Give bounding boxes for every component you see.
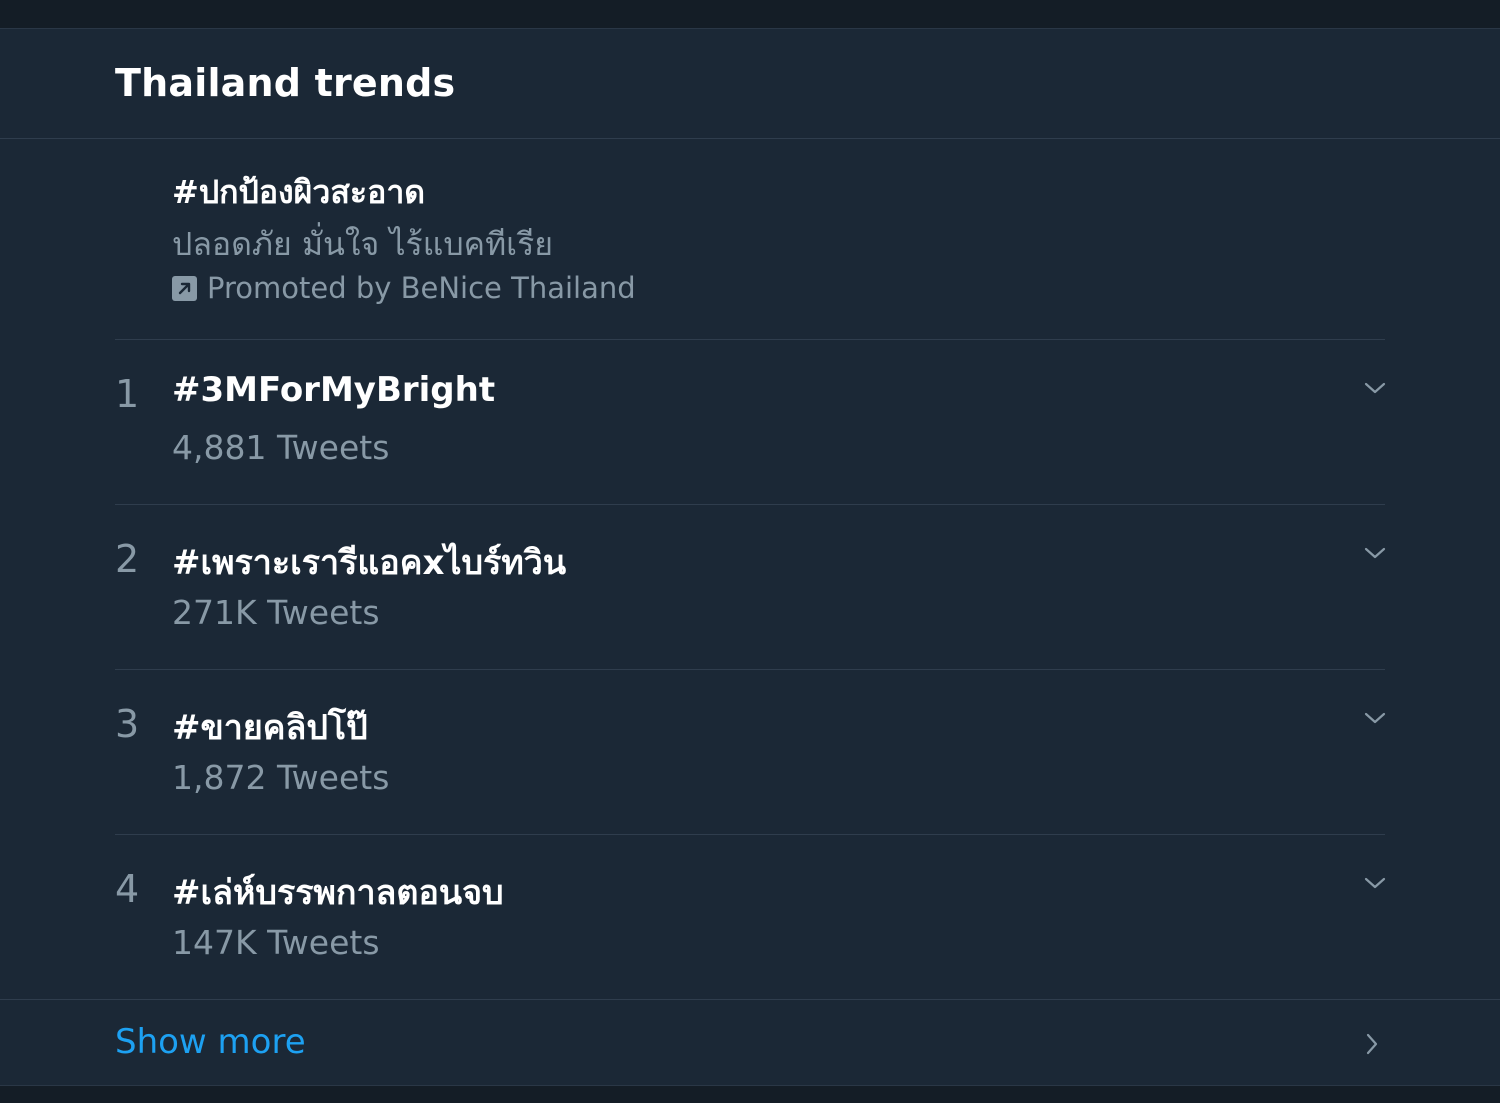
show-more-button[interactable]: Show more	[0, 999, 1500, 1085]
trend-rank: 4	[115, 867, 140, 911]
show-more-label[interactable]: Show more	[115, 1022, 306, 1062]
trends-panel: Thailand trends #ปกป้องผิวสะอาด ปลอดภัย …	[0, 28, 1500, 1086]
promoted-icon	[172, 275, 197, 301]
chevron-down-icon[interactable]	[1360, 708, 1390, 728]
promoted-hashtag[interactable]: #ปกป้องผิวสะอาด	[172, 167, 425, 218]
trend-rank: 3	[115, 702, 140, 746]
trend-count: 147K Tweets	[172, 923, 380, 962]
chevron-down-icon[interactable]	[1360, 543, 1390, 563]
promoted-by-label: Promoted by BeNice Thailand	[207, 271, 636, 305]
trend-rank: 1	[115, 372, 140, 416]
trend-count: 1,872 Tweets	[172, 758, 390, 797]
trend-item[interactable]: 2 #เพราะเรารีแอคxไบร์ทวิน 271K Tweets	[0, 505, 1500, 669]
chevron-down-icon[interactable]	[1360, 873, 1390, 893]
chevron-right-icon	[1366, 1033, 1378, 1055]
promoted-by: Promoted by BeNice Thailand	[172, 271, 636, 305]
trend-item[interactable]: 4 #เล่ห์บรรพกาลตอนจบ 147K Tweets	[0, 835, 1500, 999]
promoted-description: ปลอดภัย มั่นใจ ไร้แบคทีเรีย	[172, 225, 554, 263]
chevron-down-icon[interactable]	[1360, 378, 1390, 398]
trend-name[interactable]: #3MForMyBright	[172, 370, 495, 410]
trend-item[interactable]: 1 #3MForMyBright 4,881 Tweets	[0, 340, 1500, 504]
trend-count: 4,881 Tweets	[172, 428, 390, 467]
page: Thailand trends #ปกป้องผิวสะอาด ปลอดภัย …	[0, 0, 1500, 1103]
trend-rank: 2	[115, 537, 140, 581]
trends-header: Thailand trends	[0, 29, 1500, 139]
promoted-trend[interactable]: #ปกป้องผิวสะอาด ปลอดภัย มั่นใจ ไร้แบคทีเ…	[0, 139, 1500, 339]
trend-count: 271K Tweets	[172, 593, 380, 632]
trend-name[interactable]: #ขายคลิปโป๊	[172, 700, 368, 754]
trend-name[interactable]: #เพราะเรารีแอคxไบร์ทวิน	[172, 535, 566, 589]
trends-title: Thailand trends	[115, 61, 456, 105]
trend-name[interactable]: #เล่ห์บรรพกาลตอนจบ	[172, 865, 504, 919]
trend-item[interactable]: 3 #ขายคลิปโป๊ 1,872 Tweets	[0, 670, 1500, 834]
